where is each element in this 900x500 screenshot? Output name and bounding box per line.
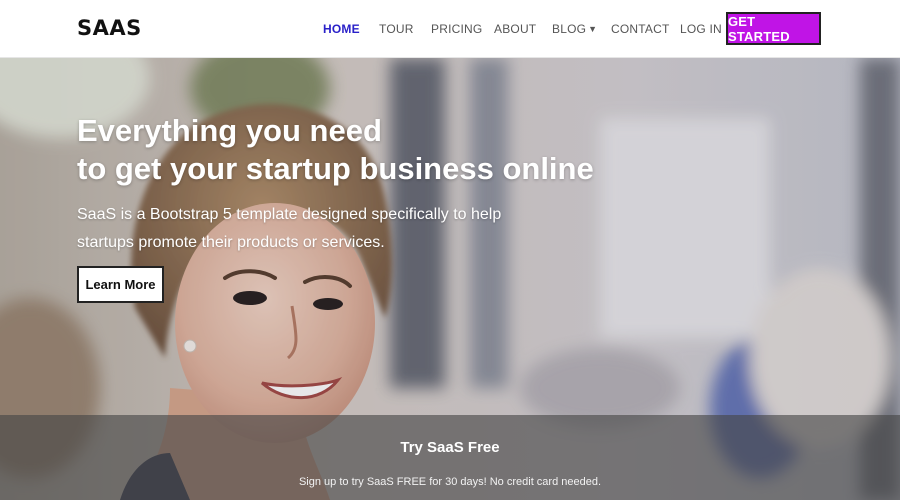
get-started-button[interactable]: GET STARTED [726,12,821,45]
nav-link-about[interactable]: ABOUT [494,22,536,36]
nav-link-home[interactable]: HOME [323,22,360,36]
learn-more-button[interactable]: Learn More [77,266,164,303]
navbar: SAAS HOME TOUR PRICING ABOUT BLOG ▼ CONTA… [0,0,900,58]
chevron-down-icon: ▼ [588,24,598,34]
hero-section: Everything you need to get your startup … [0,58,900,500]
brand-logo[interactable]: SAAS [77,16,142,40]
nav-link-tour[interactable]: TOUR [379,22,414,36]
free-trial-band: Try SaaS Free Sign up to try SaaS FREE f… [0,415,900,500]
nav-link-contact[interactable]: CONTACT [611,22,670,36]
nav-link-pricing[interactable]: PRICING [431,22,482,36]
hero-title: Everything you need to get your startup … [77,112,697,188]
nav-link-blog[interactable]: BLOG ▼ [552,22,597,36]
nav-link-login[interactable]: LOG IN [680,22,722,36]
band-text: Sign up to try SaaS FREE for 30 days! No… [298,476,602,488]
band-title: Try SaaS Free [400,439,500,456]
hero-title-line1: Everything you need [77,113,382,148]
hero-title-line2: to get your startup business online [77,151,594,186]
hero-subtitle: SaaS is a Bootstrap 5 template designed … [77,206,502,251]
nav-link-blog-label: BLOG [552,22,587,36]
